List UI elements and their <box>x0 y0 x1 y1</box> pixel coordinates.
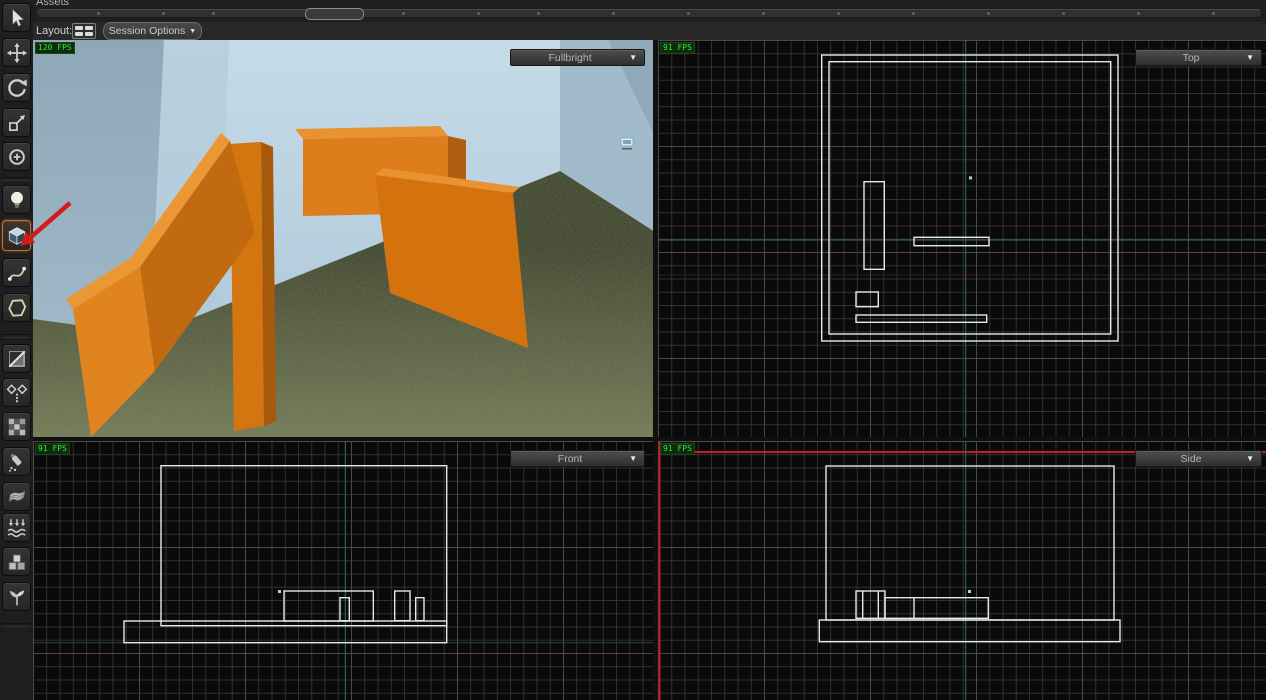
top-view-wireframe <box>658 40 1266 437</box>
chevron-down-icon: ▼ <box>1246 53 1254 62</box>
move-arrows-icon <box>6 42 28 64</box>
scene-3d <box>33 40 653 437</box>
track-tick <box>97 12 100 15</box>
tool-light-button[interactable] <box>2 185 31 214</box>
viewport-front[interactable]: 91 FPS Front ▼ <box>33 441 653 700</box>
tool-displacement-sculpt-button[interactable] <box>2 513 31 542</box>
scale-icon <box>6 112 28 134</box>
track-tick <box>1137 12 1140 15</box>
viewport-perspective[interactable]: 120 FPS Fullbright ▼ <box>33 40 653 437</box>
view-type-dropdown[interactable]: Top ▼ <box>1135 49 1262 66</box>
displacement-sheet-icon <box>6 486 28 508</box>
toolbar-separator <box>2 334 30 338</box>
chevron-down-icon: ▼ <box>1246 454 1254 463</box>
cursor-icon <box>6 7 28 29</box>
toolbar-separator <box>2 177 30 181</box>
viewport-splitter-horizontal[interactable] <box>33 437 1266 441</box>
block-cube-icon <box>6 225 28 247</box>
track-tick <box>687 12 690 15</box>
level-editor-window: Assets Layout: Session Options ▼ <box>0 0 1266 700</box>
tool-apply-texture-button[interactable] <box>2 447 31 476</box>
polygon-icon <box>6 297 28 319</box>
view-type-dropdown[interactable]: Front ▼ <box>510 450 645 467</box>
track-tick <box>1062 12 1065 15</box>
grid-cell <box>85 26 93 30</box>
track-tick <box>612 12 615 15</box>
tool-primitives-button[interactable] <box>2 547 31 576</box>
tool-path-button[interactable] <box>2 258 31 287</box>
rotate-icon <box>6 77 28 99</box>
waves-arrows-icon <box>6 517 28 539</box>
side-view-wireframe <box>658 441 1266 700</box>
fps-counter: 91 FPS <box>660 443 695 455</box>
front-view-wireframe <box>33 441 653 700</box>
session-options-label: Session Options <box>109 25 185 37</box>
vertex-diamonds-icon <box>6 382 28 404</box>
session-options-button[interactable]: Session Options ▼ <box>103 22 202 40</box>
track-tick <box>162 12 165 15</box>
layout-grid-button[interactable] <box>72 23 96 39</box>
origin-dot <box>278 590 281 593</box>
layout-row: Layout: Session Options ▼ <box>33 22 1266 40</box>
fps-counter: 91 FPS <box>660 42 695 54</box>
origin-dot <box>968 590 971 593</box>
track-tick <box>912 12 915 15</box>
viewport-top[interactable]: 91 FPS Top ▼ <box>658 40 1266 437</box>
track-tick <box>477 12 480 15</box>
track-tick <box>402 12 405 15</box>
toolbar-separator <box>2 623 30 627</box>
paint-bottle-icon <box>6 451 28 473</box>
circle-plus-icon <box>6 146 28 168</box>
fps-counter: 120 FPS <box>35 42 75 54</box>
track-tick <box>537 12 540 15</box>
tool-foliage-button[interactable] <box>2 582 31 611</box>
fps-counter: 91 FPS <box>35 443 70 455</box>
clip-icon <box>6 348 28 370</box>
tool-polygon-button[interactable] <box>2 293 31 322</box>
track-tick <box>837 12 840 15</box>
tool-scale-button[interactable] <box>2 108 31 137</box>
tool-vertex-button[interactable] <box>2 378 31 407</box>
chevron-down-icon: ▼ <box>629 53 637 62</box>
chevron-down-icon: ▼ <box>189 28 196 35</box>
timeline-track[interactable] <box>37 9 1261 18</box>
layout-label: Layout: <box>36 25 72 37</box>
tool-displacement-button[interactable] <box>2 482 31 511</box>
tool-zoom-button[interactable] <box>2 142 31 171</box>
checkerboard-icon <box>6 416 28 438</box>
grid-cell <box>85 32 93 36</box>
origin-dot <box>969 176 972 179</box>
track-tick <box>1212 12 1215 15</box>
tool-select-button[interactable] <box>2 3 31 32</box>
track-thumb[interactable] <box>305 8 364 20</box>
track-tick <box>987 12 990 15</box>
tool-rotate-button[interactable] <box>2 73 31 102</box>
tool-sidebar <box>0 0 34 700</box>
tool-texture-browser-button[interactable] <box>2 412 31 441</box>
curve-path-icon <box>6 262 28 284</box>
plant-icon <box>6 586 28 608</box>
grid-cell <box>75 32 83 36</box>
viewport-splitter-vertical[interactable] <box>653 40 658 700</box>
tool-block-button[interactable] <box>2 220 31 251</box>
chevron-down-icon: ▼ <box>629 454 637 463</box>
track-tick <box>212 12 215 15</box>
top-bar: Assets Layout: Session Options ▼ <box>33 0 1266 40</box>
tool-move-button[interactable] <box>2 38 31 67</box>
view-type-dropdown[interactable]: Side ▼ <box>1135 450 1262 467</box>
track-tick <box>762 12 765 15</box>
tool-clip-button[interactable] <box>2 344 31 373</box>
cube-stack-icon <box>6 551 28 573</box>
grid-cell <box>75 26 83 30</box>
light-bulb-icon <box>6 189 28 211</box>
render-mode-dropdown[interactable]: Fullbright ▼ <box>510 49 645 66</box>
panel-tab-row: Assets <box>33 0 1266 23</box>
viewport-side[interactable]: 91 FPS Side ▼ <box>658 441 1266 700</box>
assets-tab[interactable]: Assets <box>36 0 69 8</box>
